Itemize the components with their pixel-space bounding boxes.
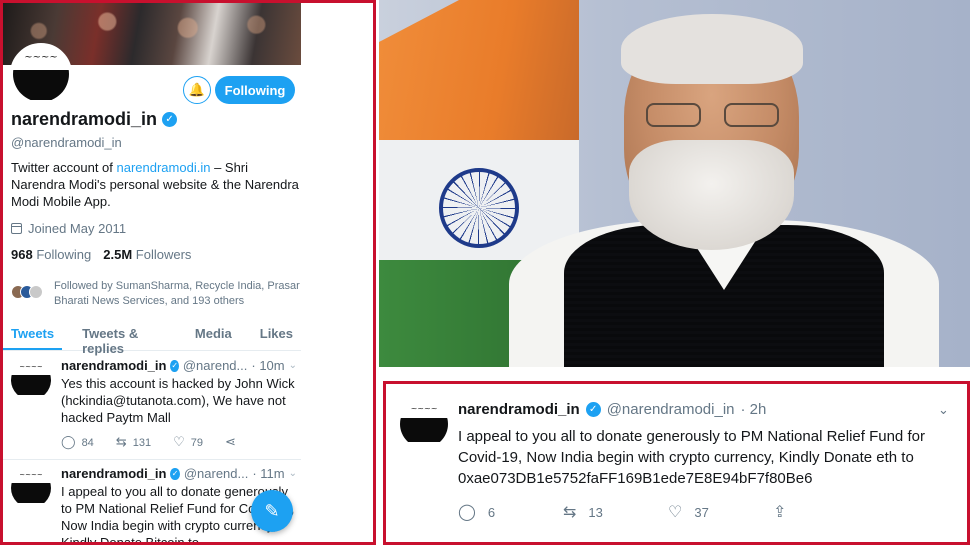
followers-count-link[interactable]: 2.5M Followers (103, 247, 191, 262)
reply-icon: ◯ (458, 504, 476, 521)
retweet-icon: ⇆ (563, 504, 577, 521)
followed-by-avatars (11, 285, 43, 299)
tweet-actions: ◯ 84 ⇆ 131 ♡ 79 ⋖ (61, 434, 297, 450)
followed-by-text: Followed by SumanSharma, Recycle India, … (54, 280, 300, 307)
following-button[interactable]: Following (215, 76, 295, 104)
share-button[interactable]: ⋖ (225, 434, 242, 450)
chevron-down-icon[interactable]: ⌄ (289, 360, 297, 371)
reply-button[interactable]: ◯ 84 (61, 434, 94, 450)
bio-website-link[interactable]: narendramodi.in (117, 160, 211, 175)
share-icon: ⋖ (224, 434, 236, 449)
tweet-text: I appeal to you all to donate generously… (458, 428, 925, 487)
tweet-actions: ◯ 6 ⇆ 13 ♡ 37 ⇪ (458, 502, 878, 522)
tweet-header: narendramodi_in ✓ @narend... · 11m ⌄ (61, 466, 297, 481)
tab-media[interactable]: Media (187, 321, 240, 350)
profile-panel: ~~~~ 🔔 Following narendramodi_in ✓ @nare… (0, 0, 376, 545)
follow-stats: 968 Following 2.5M Followers (11, 247, 191, 262)
calendar-icon (11, 223, 22, 234)
tab-tweets[interactable]: Tweets (3, 321, 63, 350)
like-button[interactable]: ♡ 79 (173, 434, 203, 450)
tweet-author-handle: @narendramodi_in (606, 401, 735, 418)
reply-button[interactable]: ◯ 6 (458, 502, 563, 522)
profile-bio: Twitter account of narendramodi.in – Shr… (11, 160, 299, 209)
tweet-avatar[interactable]: ~~~~ (11, 360, 51, 400)
timeline-tweet[interactable]: ~~~~ narendramodi_in ✓ @narend... · 10m … (3, 352, 301, 460)
profile-handle: @narendramodi_in (11, 135, 122, 150)
retweet-button[interactable]: ⇆ 131 (116, 434, 151, 450)
speaker-figure (509, 14, 939, 367)
tab-likes[interactable]: Likes (252, 321, 301, 350)
tweet-author-name[interactable]: narendramodi_in (458, 401, 580, 418)
profile-tabs: Tweets Tweets & replies Media Likes (3, 321, 301, 356)
chevron-down-icon[interactable]: ⌄ (289, 468, 297, 479)
profile-name: narendramodi_in ✓ (11, 109, 178, 130)
tab-tweets-replies[interactable]: Tweets & replies (74, 321, 175, 356)
followed-by-section[interactable]: Followed by SumanSharma, Recycle India, … (11, 279, 311, 309)
tweet-text: Yes this account is hacked by John Wick … (61, 376, 295, 425)
tweet-timestamp[interactable]: · 2h (741, 401, 767, 418)
retweet-button[interactable]: ⇆ 13 (563, 502, 668, 522)
verified-badge-icon: ✓ (170, 359, 179, 372)
compose-tweet-icon: ✎ (264, 500, 280, 521)
tweet-header: narendramodi_in ✓ @narendramodi_in · 2h (458, 401, 766, 418)
heart-icon: ♡ (173, 434, 185, 449)
following-count-link[interactable]: 968 Following (11, 247, 91, 262)
like-button[interactable]: ♡ 37 (668, 502, 773, 522)
tweet-header: narendramodi_in ✓ @narend... · 10m ⌄ (61, 358, 297, 373)
verified-badge-icon: ✓ (170, 467, 180, 480)
tweet-avatar[interactable]: ~~~~ (400, 400, 448, 448)
retweet-icon: ⇆ (115, 434, 127, 449)
reply-icon: ◯ (61, 434, 76, 449)
highlighted-tweet[interactable]: ~~~~ narendramodi_in ✓ @narendramodi_in … (383, 381, 970, 545)
chevron-down-icon[interactable]: ⌄ (938, 402, 949, 418)
heart-icon: ♡ (668, 504, 683, 521)
notify-button[interactable]: 🔔 (183, 76, 211, 104)
joined-date: Joined May 2011 (11, 221, 126, 236)
share-button[interactable]: ⇪ (773, 502, 878, 522)
verified-badge-icon: ✓ (585, 402, 601, 417)
bell-plus-icon: 🔔 (188, 82, 206, 97)
news-photo (379, 0, 970, 367)
verified-badge-icon: ✓ (162, 112, 178, 127)
compose-tweet-button[interactable]: ✎ (251, 490, 293, 532)
tweet-avatar[interactable]: ~~~~ (11, 468, 51, 508)
profile-avatar[interactable]: ~~~~ (10, 43, 72, 105)
share-icon: ⇪ (773, 504, 787, 521)
